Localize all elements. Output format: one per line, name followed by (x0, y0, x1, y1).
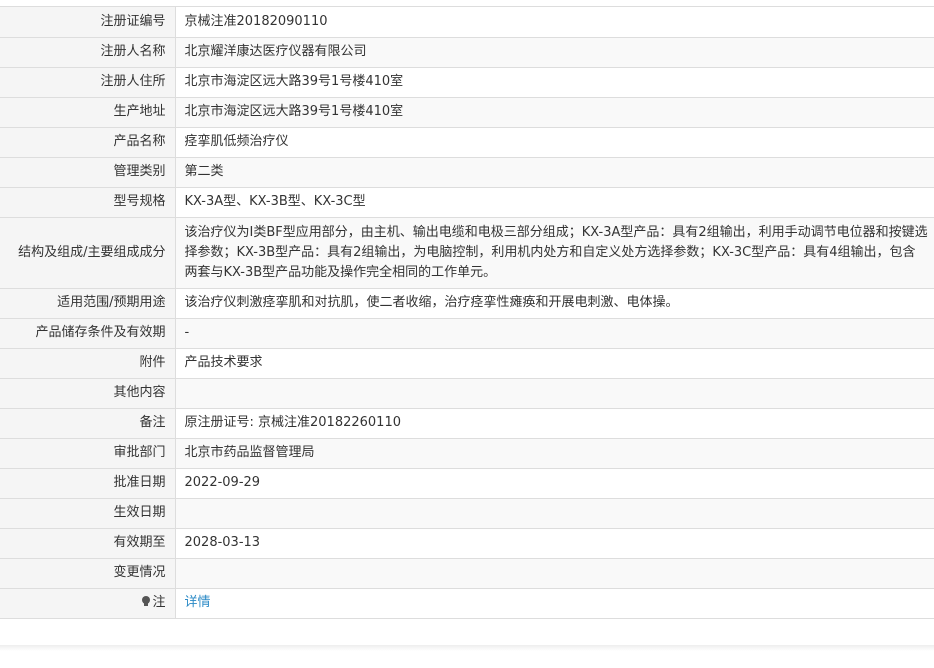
field-label: 变更情况 (0, 558, 176, 589)
field-label: 生效日期 (0, 498, 176, 529)
field-value: 第二类 (175, 157, 934, 188)
row-effective-date: 生效日期 (0, 498, 934, 529)
row-management-category: 管理类别 第二类 (0, 157, 934, 188)
field-label: 其他内容 (0, 378, 176, 409)
row-attachment: 附件 产品技术要求 (0, 348, 934, 379)
row-approval-date: 批准日期 2022-09-29 (0, 468, 934, 499)
row-intended-use: 适用范围/预期用途 该治疗仪刺激痉挛肌和对抗肌，使二者收缩，治疗痉挛性瘫痪和开展… (0, 288, 934, 319)
row-note: 注 详情 (0, 588, 934, 618)
row-registration-number: 注册证编号 京械注准20182090110 (0, 7, 934, 38)
field-value: 2028-03-13 (175, 528, 934, 559)
registration-detail-table: 注册证编号 京械注准20182090110 注册人名称 北京耀洋康达医疗仪器有限… (0, 7, 934, 618)
row-storage-validity: 产品储存条件及有效期 - (0, 318, 934, 349)
row-production-address: 生产地址 北京市海淀区远大路39号1号楼410室 (0, 97, 934, 128)
field-label: 审批部门 (0, 438, 176, 469)
note-label: 注 (152, 595, 166, 611)
field-value: 北京市药品监督管理局 (175, 438, 934, 469)
field-label: 型号规格 (0, 187, 176, 218)
field-value: 该治疗仪为Ⅰ类BF型应用部分，由主机、输出电缆和电极三部分组成；KX-3A型产品… (175, 217, 934, 289)
field-label: 批准日期 (0, 468, 176, 499)
field-value: 京械注准20182090110 (175, 7, 934, 38)
row-product-name: 产品名称 痉挛肌低频治疗仪 (0, 127, 934, 158)
field-value: 详情 (175, 588, 934, 618)
row-remarks: 备注 原注册证号: 京械注准20182260110 (0, 408, 934, 439)
field-value: 2022-09-29 (175, 468, 934, 499)
footer-shadow (0, 645, 934, 651)
field-value: 该治疗仪刺激痉挛肌和对抗肌，使二者收缩，治疗痉挛性瘫痪和开展电刺激、电体操。 (175, 288, 934, 319)
row-model-spec: 型号规格 KX-3A型、KX-3B型、KX-3C型 (0, 187, 934, 218)
field-label: 生产地址 (0, 97, 176, 128)
field-label: 注册人名称 (0, 37, 176, 68)
field-label-note: 注 (0, 588, 176, 618)
field-value: 原注册证号: 京械注准20182260110 (175, 408, 934, 439)
lightbulb-icon (142, 596, 151, 607)
row-valid-until: 有效期至 2028-03-13 (0, 528, 934, 559)
field-label: 适用范围/预期用途 (0, 288, 176, 319)
field-label: 注册证编号 (0, 7, 176, 38)
row-registrant-name: 注册人名称 北京耀洋康达医疗仪器有限公司 (0, 37, 934, 68)
field-value: 北京市海淀区远大路39号1号楼410室 (175, 67, 934, 98)
field-label: 有效期至 (0, 528, 176, 559)
row-registrant-address: 注册人住所 北京市海淀区远大路39号1号楼410室 (0, 67, 934, 98)
field-label: 管理类别 (0, 157, 176, 188)
field-value: 痉挛肌低频治疗仪 (175, 127, 934, 158)
field-value: 产品技术要求 (175, 348, 934, 379)
field-value: 北京耀洋康达医疗仪器有限公司 (175, 37, 934, 68)
field-value (175, 378, 934, 409)
field-value: 北京市海淀区远大路39号1号楼410室 (175, 97, 934, 128)
field-label: 产品储存条件及有效期 (0, 318, 176, 349)
field-value: KX-3A型、KX-3B型、KX-3C型 (175, 187, 934, 218)
details-link[interactable]: 详情 (185, 595, 211, 610)
field-value (175, 558, 934, 589)
field-label: 注册人住所 (0, 67, 176, 98)
row-approval-department: 审批部门 北京市药品监督管理局 (0, 438, 934, 469)
registration-detail-panel: 注册证编号 京械注准20182090110 注册人名称 北京耀洋康达医疗仪器有限… (0, 6, 934, 619)
row-change-history: 变更情况 (0, 558, 934, 589)
field-label: 附件 (0, 348, 176, 379)
field-value (175, 498, 934, 529)
field-value: - (175, 318, 934, 349)
field-label: 结构及组成/主要组成成分 (0, 217, 176, 289)
row-structure-composition: 结构及组成/主要组成成分 该治疗仪为Ⅰ类BF型应用部分，由主机、输出电缆和电极三… (0, 217, 934, 289)
field-label: 产品名称 (0, 127, 176, 158)
row-other-content: 其他内容 (0, 378, 934, 409)
field-label: 备注 (0, 408, 176, 439)
